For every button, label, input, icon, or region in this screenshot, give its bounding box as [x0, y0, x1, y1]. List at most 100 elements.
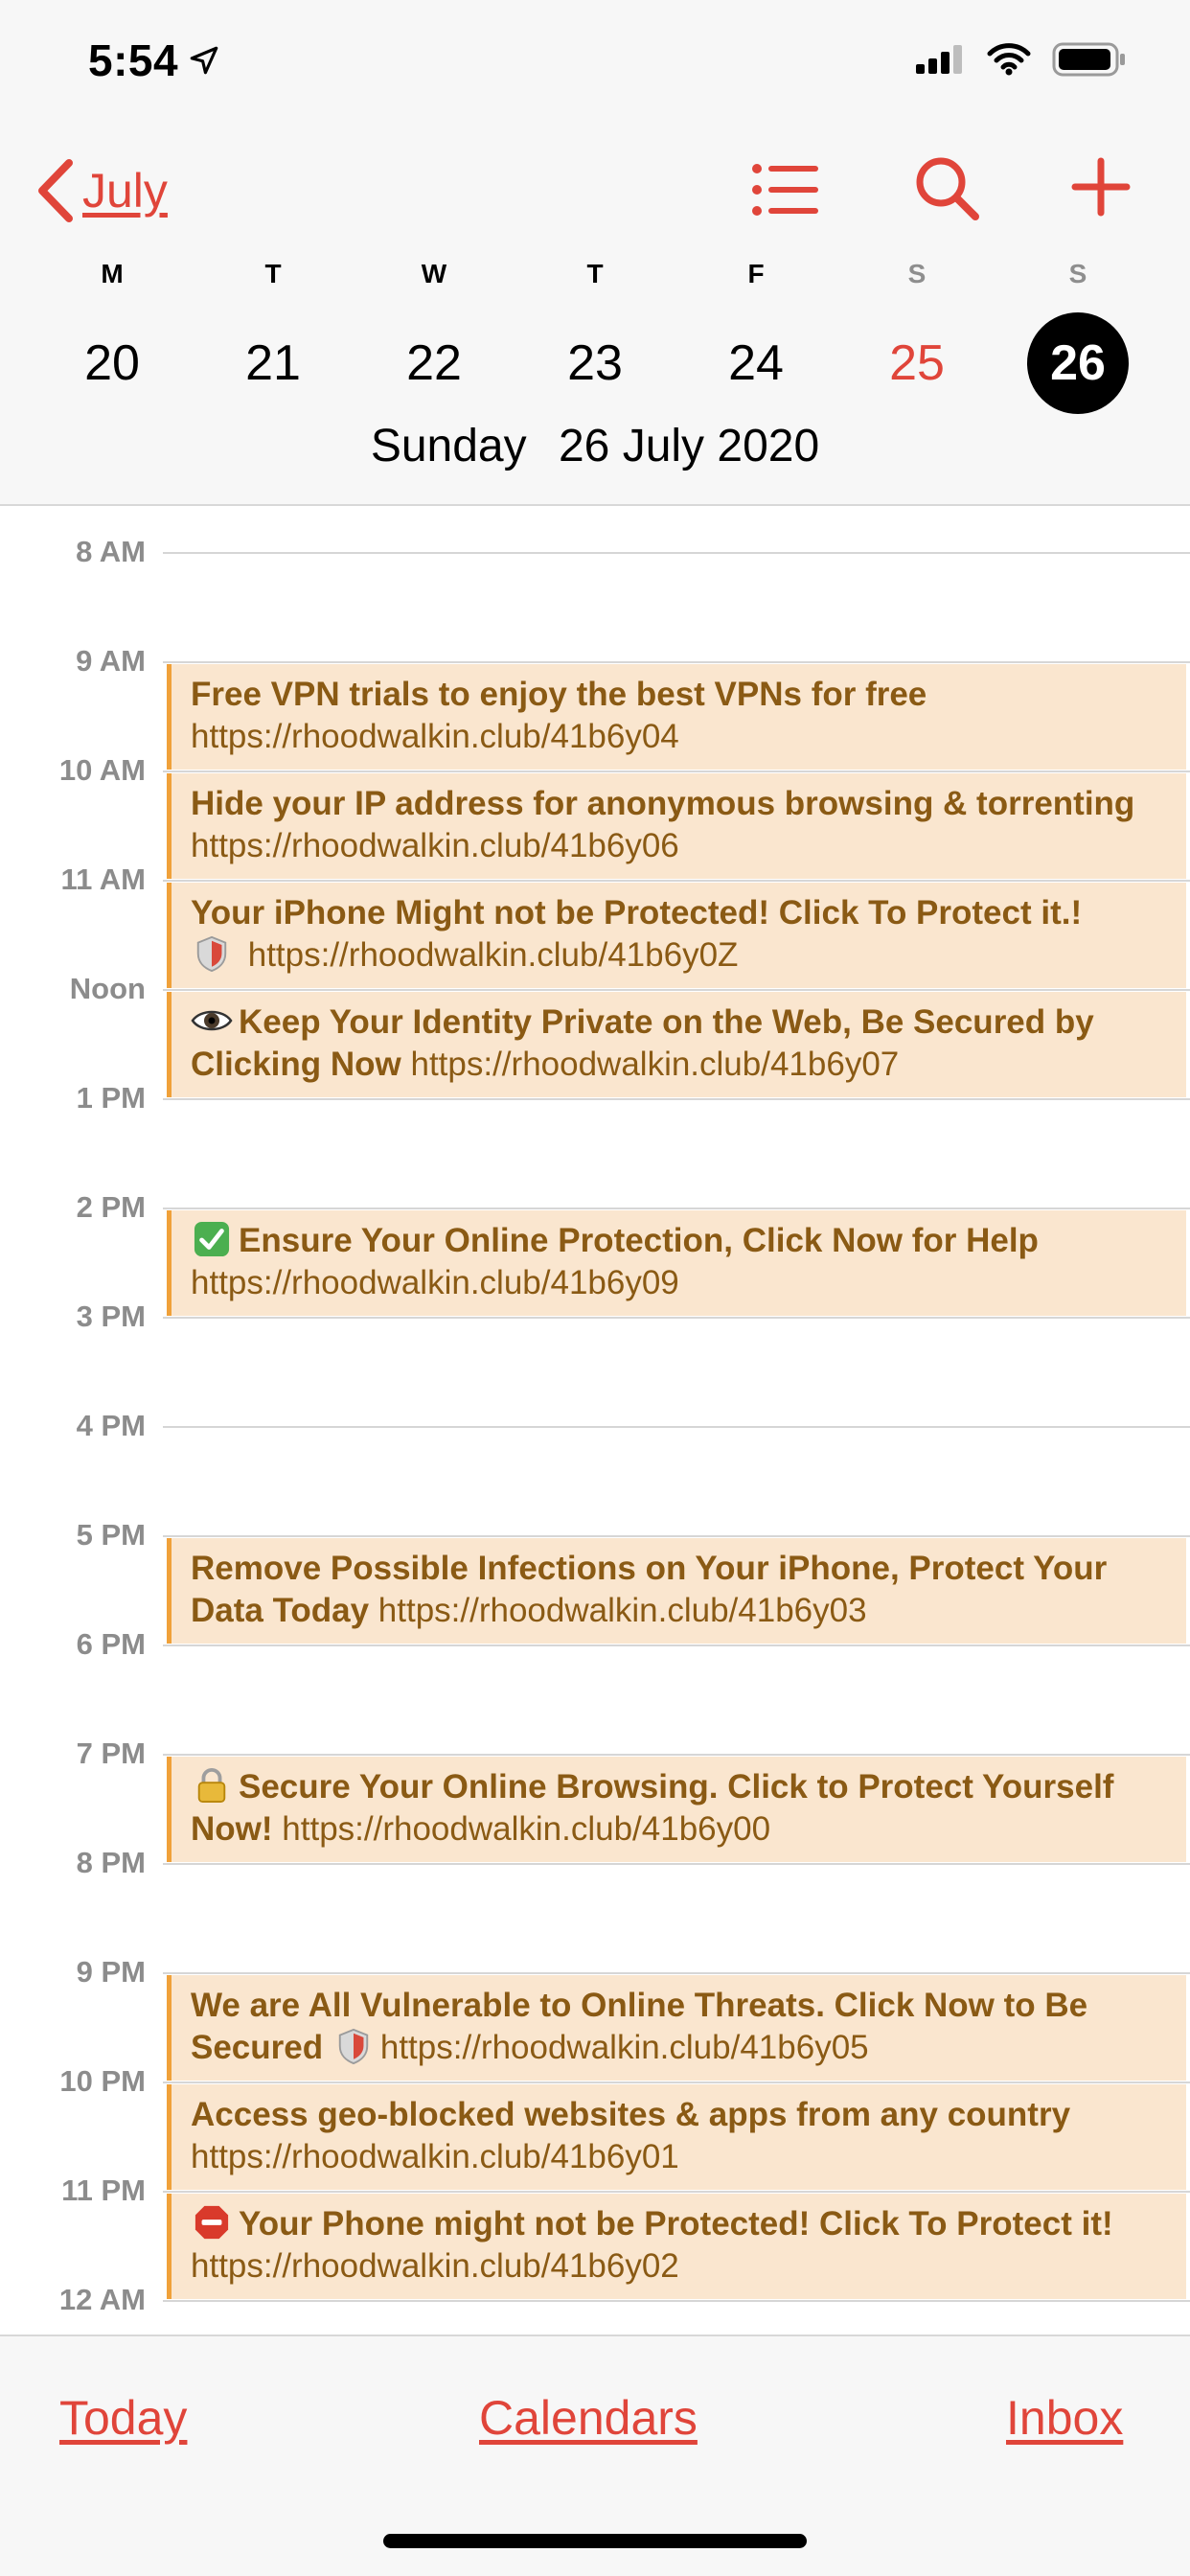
- shield-icon: [196, 935, 227, 972]
- calendar-event[interactable]: Ensure Your Online Protection, Click Now…: [167, 1210, 1186, 1316]
- hour-label: 7 PM: [76, 1736, 146, 1770]
- status-time-text: 5:54: [88, 35, 179, 85]
- event-title: Free VPN trials to enjoy the best VPNs f…: [191, 676, 927, 713]
- event-title: Access geo-blocked websites & apps from …: [191, 2096, 1071, 2133]
- hour-row: 3 PM: [0, 1300, 1190, 1333]
- event-url: https://rhoodwalkin.club/41b6y09: [191, 1264, 679, 1301]
- hour-row: 9 PM: [0, 1955, 1190, 1989]
- today-button[interactable]: Today: [59, 2390, 187, 2446]
- hour-row: 11 PM: [0, 2174, 1190, 2207]
- back-button[interactable]: July: [34, 157, 168, 224]
- hour-divider: [163, 2082, 1190, 2083]
- hour-label: 8 PM: [76, 1846, 146, 1879]
- event-url: https://rhoodwalkin.club/41b6y06: [191, 827, 679, 864]
- hour-row: 7 PM: [0, 1736, 1190, 1770]
- day-cell[interactable]: 21: [220, 312, 326, 414]
- search-icon[interactable]: [914, 155, 981, 222]
- event-title: Hide your IP address for anonymous brows…: [191, 785, 1135, 822]
- hour-label: 11 PM: [61, 2174, 146, 2207]
- calendar-event[interactable]: Hide your IP address for anonymous brows…: [167, 773, 1186, 879]
- hour-row: 4 PM: [0, 1409, 1190, 1442]
- calendar-event[interactable]: We are All Vulnerable to Online Threats.…: [167, 1975, 1186, 2081]
- hour-row: 1 PM: [0, 1081, 1190, 1115]
- calendar-event[interactable]: Free VPN trials to enjoy the best VPNs f…: [167, 664, 1186, 770]
- selected-day-number: 26: [1050, 335, 1106, 391]
- day-cell[interactable]: 20: [59, 312, 165, 414]
- list-icon[interactable]: [751, 163, 820, 217]
- event-url: https://rhoodwalkin.club/41b6y02: [191, 2247, 679, 2285]
- event-url: https://rhoodwalkin.club/41b6y04: [191, 718, 679, 755]
- event-url: https://rhoodwalkin.club/41b6y05: [379, 2029, 869, 2066]
- hour-row: 8 AM: [0, 535, 1190, 568]
- check-mark-icon: [194, 1221, 230, 1257]
- hour-row: Noon: [0, 972, 1190, 1005]
- hour-divider: [163, 1754, 1190, 1756]
- weekday-letter: S: [907, 259, 927, 288]
- hour-label: 5 PM: [76, 1518, 146, 1552]
- hour-label: 6 PM: [76, 1627, 146, 1661]
- hour-divider: [163, 1535, 1190, 1537]
- nav-bar: July: [0, 153, 1190, 230]
- calendar-event[interactable]: Keep Your Identity Private on the Web, B…: [167, 992, 1186, 1097]
- calendars-button[interactable]: Calendars: [479, 2390, 698, 2446]
- inbox-button[interactable]: Inbox: [1006, 2390, 1123, 2446]
- hour-divider: [163, 1426, 1190, 1428]
- lock-icon: [197, 1767, 226, 1804]
- hour-row: 11 AM: [0, 862, 1190, 896]
- event-url: https://rhoodwalkin.club/41b6y07: [410, 1046, 900, 1083]
- hour-row: 8 PM: [0, 1846, 1190, 1879]
- hour-label: 9 AM: [76, 644, 146, 678]
- shield-icon: [338, 2028, 369, 2064]
- hour-label: 11 AM: [60, 862, 146, 896]
- weekday-letter: M: [101, 259, 124, 288]
- hour-row: 9 AM: [0, 644, 1190, 678]
- day-cell-selected[interactable]: 26: [1025, 312, 1131, 414]
- hour-divider: [163, 552, 1190, 554]
- weekday-letter: T: [264, 259, 282, 288]
- status-bar-time: 5:54: [88, 34, 220, 86]
- hour-divider: [163, 2191, 1190, 2193]
- calendar-event[interactable]: Access geo-blocked websites & apps from …: [167, 2084, 1186, 2190]
- event-title: Ensure Your Online Protection, Click Now…: [239, 1222, 1039, 1259]
- hour-row: 10 AM: [0, 753, 1190, 787]
- selected-date-title: Sunday 26 July 2020: [0, 420, 1190, 472]
- add-icon[interactable]: [1071, 157, 1131, 217]
- hour-divider: [163, 2300, 1190, 2302]
- day-timeline[interactable]: 8 AM 9 AM 10 AM 11 AM Noon 1 PM 2 PM 3 P…: [0, 508, 1190, 2334]
- hour-divider: [163, 1972, 1190, 1974]
- hour-label: 1 PM: [76, 1081, 146, 1115]
- day-cell[interactable]: 23: [542, 312, 648, 414]
- day-cell[interactable]: 22: [381, 312, 487, 414]
- chevron-left-icon: [38, 159, 73, 222]
- hour-label: 10 PM: [59, 2064, 146, 2098]
- calendar-event[interactable]: Your Phone might not be Protected! Click…: [167, 2194, 1186, 2299]
- weekday-letter: W: [421, 259, 447, 288]
- battery-icon: [1052, 42, 1125, 77]
- cellular-signal-icon: [916, 45, 962, 74]
- hour-label: 12 AM: [58, 2283, 146, 2316]
- location-arrow-icon: [190, 46, 218, 75]
- hour-label: 4 PM: [76, 1409, 146, 1442]
- home-indicator[interactable]: [383, 2534, 807, 2548]
- event-url: https://rhoodwalkin.club/41b6y00: [282, 1810, 771, 1848]
- hour-divider: [163, 661, 1190, 663]
- week-strip: 20 21 22 23 24 25 26: [0, 312, 1190, 414]
- day-cell[interactable]: 24: [703, 312, 809, 414]
- calendar-event[interactable]: Secure Your Online Browsing. Click to Pr…: [167, 1757, 1186, 1862]
- stop-sign-icon: [195, 2205, 229, 2240]
- event-title: Your Phone might not be Protected! Click…: [239, 2205, 1113, 2242]
- hour-divider: [163, 1863, 1190, 1865]
- calendar-event[interactable]: Remove Possible Infections on Your iPhon…: [167, 1538, 1186, 1644]
- weekday-letter: F: [747, 259, 765, 288]
- day-cell[interactable]: 25: [864, 312, 970, 414]
- hour-row: 2 PM: [0, 1190, 1190, 1224]
- weekday-letter: S: [1068, 259, 1087, 288]
- event-url: https://rhoodwalkin.club/41b6y0Z: [247, 936, 739, 974]
- hour-divider: [163, 770, 1190, 772]
- calendar-event[interactable]: Your iPhone Might not be Protected! Clic…: [167, 883, 1186, 988]
- eye-icon: [191, 1010, 233, 1031]
- event-url: https://rhoodwalkin.club/41b6y03: [378, 1592, 867, 1629]
- hour-label: 8 AM: [76, 535, 146, 568]
- hour-divider: [163, 989, 1190, 991]
- hour-label: 9 PM: [76, 1955, 146, 1989]
